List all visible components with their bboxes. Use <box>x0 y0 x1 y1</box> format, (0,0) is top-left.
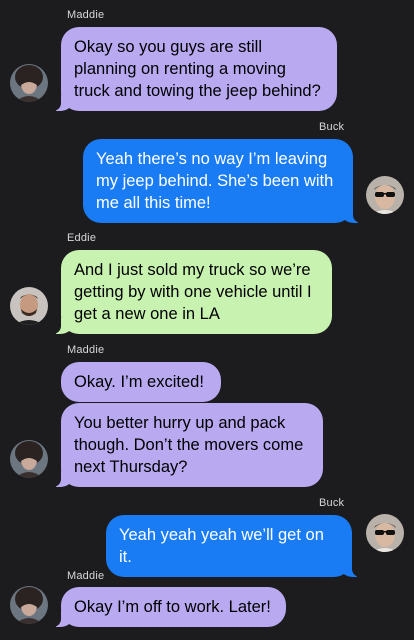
message-text: Okay so you guys are still planning on r… <box>74 38 321 100</box>
maddie-avatar[interactable] <box>10 440 48 478</box>
sender-label: Maddie <box>67 9 105 21</box>
sender-label: Buck <box>319 121 345 133</box>
eddie-avatar[interactable] <box>10 287 48 325</box>
message-bubble[interactable]: Yeah there’s no way I’m leaving my jeep … <box>83 139 363 223</box>
message-bubble[interactable]: Okay. I’m excited! <box>61 362 221 402</box>
message-text: And I just sold my truck so we’re gettin… <box>74 261 312 323</box>
message-bubble[interactable]: Okay I’m off to work. Later! <box>51 587 286 627</box>
sender-label: Maddie <box>67 344 105 356</box>
sender-label: Eddie <box>67 232 97 244</box>
maddie-avatar[interactable] <box>10 64 48 102</box>
message-text: Yeah there’s no way I’m leaving my jeep … <box>96 150 334 212</box>
chat-thread: Maddie Okay so you guys are still planni… <box>0 0 414 640</box>
message-text: Okay. I’m excited! <box>74 373 204 391</box>
message-bubble[interactable]: You better hurry up and pack though. Don… <box>51 403 323 487</box>
message-bubble[interactable]: Okay so you guys are still planning on r… <box>51 27 337 111</box>
message-bubble[interactable]: And I just sold my truck so we’re gettin… <box>51 250 332 334</box>
message-text: Yeah yeah yeah we’ll get on it. <box>119 526 324 566</box>
message-bubble[interactable]: Yeah yeah yeah we’ll get on it. <box>106 515 362 577</box>
message-text: You better hurry up and pack though. Don… <box>74 414 304 476</box>
message-text: Okay I’m off to work. Later! <box>74 598 271 616</box>
buck-avatar[interactable] <box>366 176 404 214</box>
sender-label: Buck <box>319 497 345 509</box>
sender-label: Maddie <box>67 570 105 582</box>
maddie-avatar[interactable] <box>10 586 48 624</box>
buck-avatar[interactable] <box>366 514 404 552</box>
